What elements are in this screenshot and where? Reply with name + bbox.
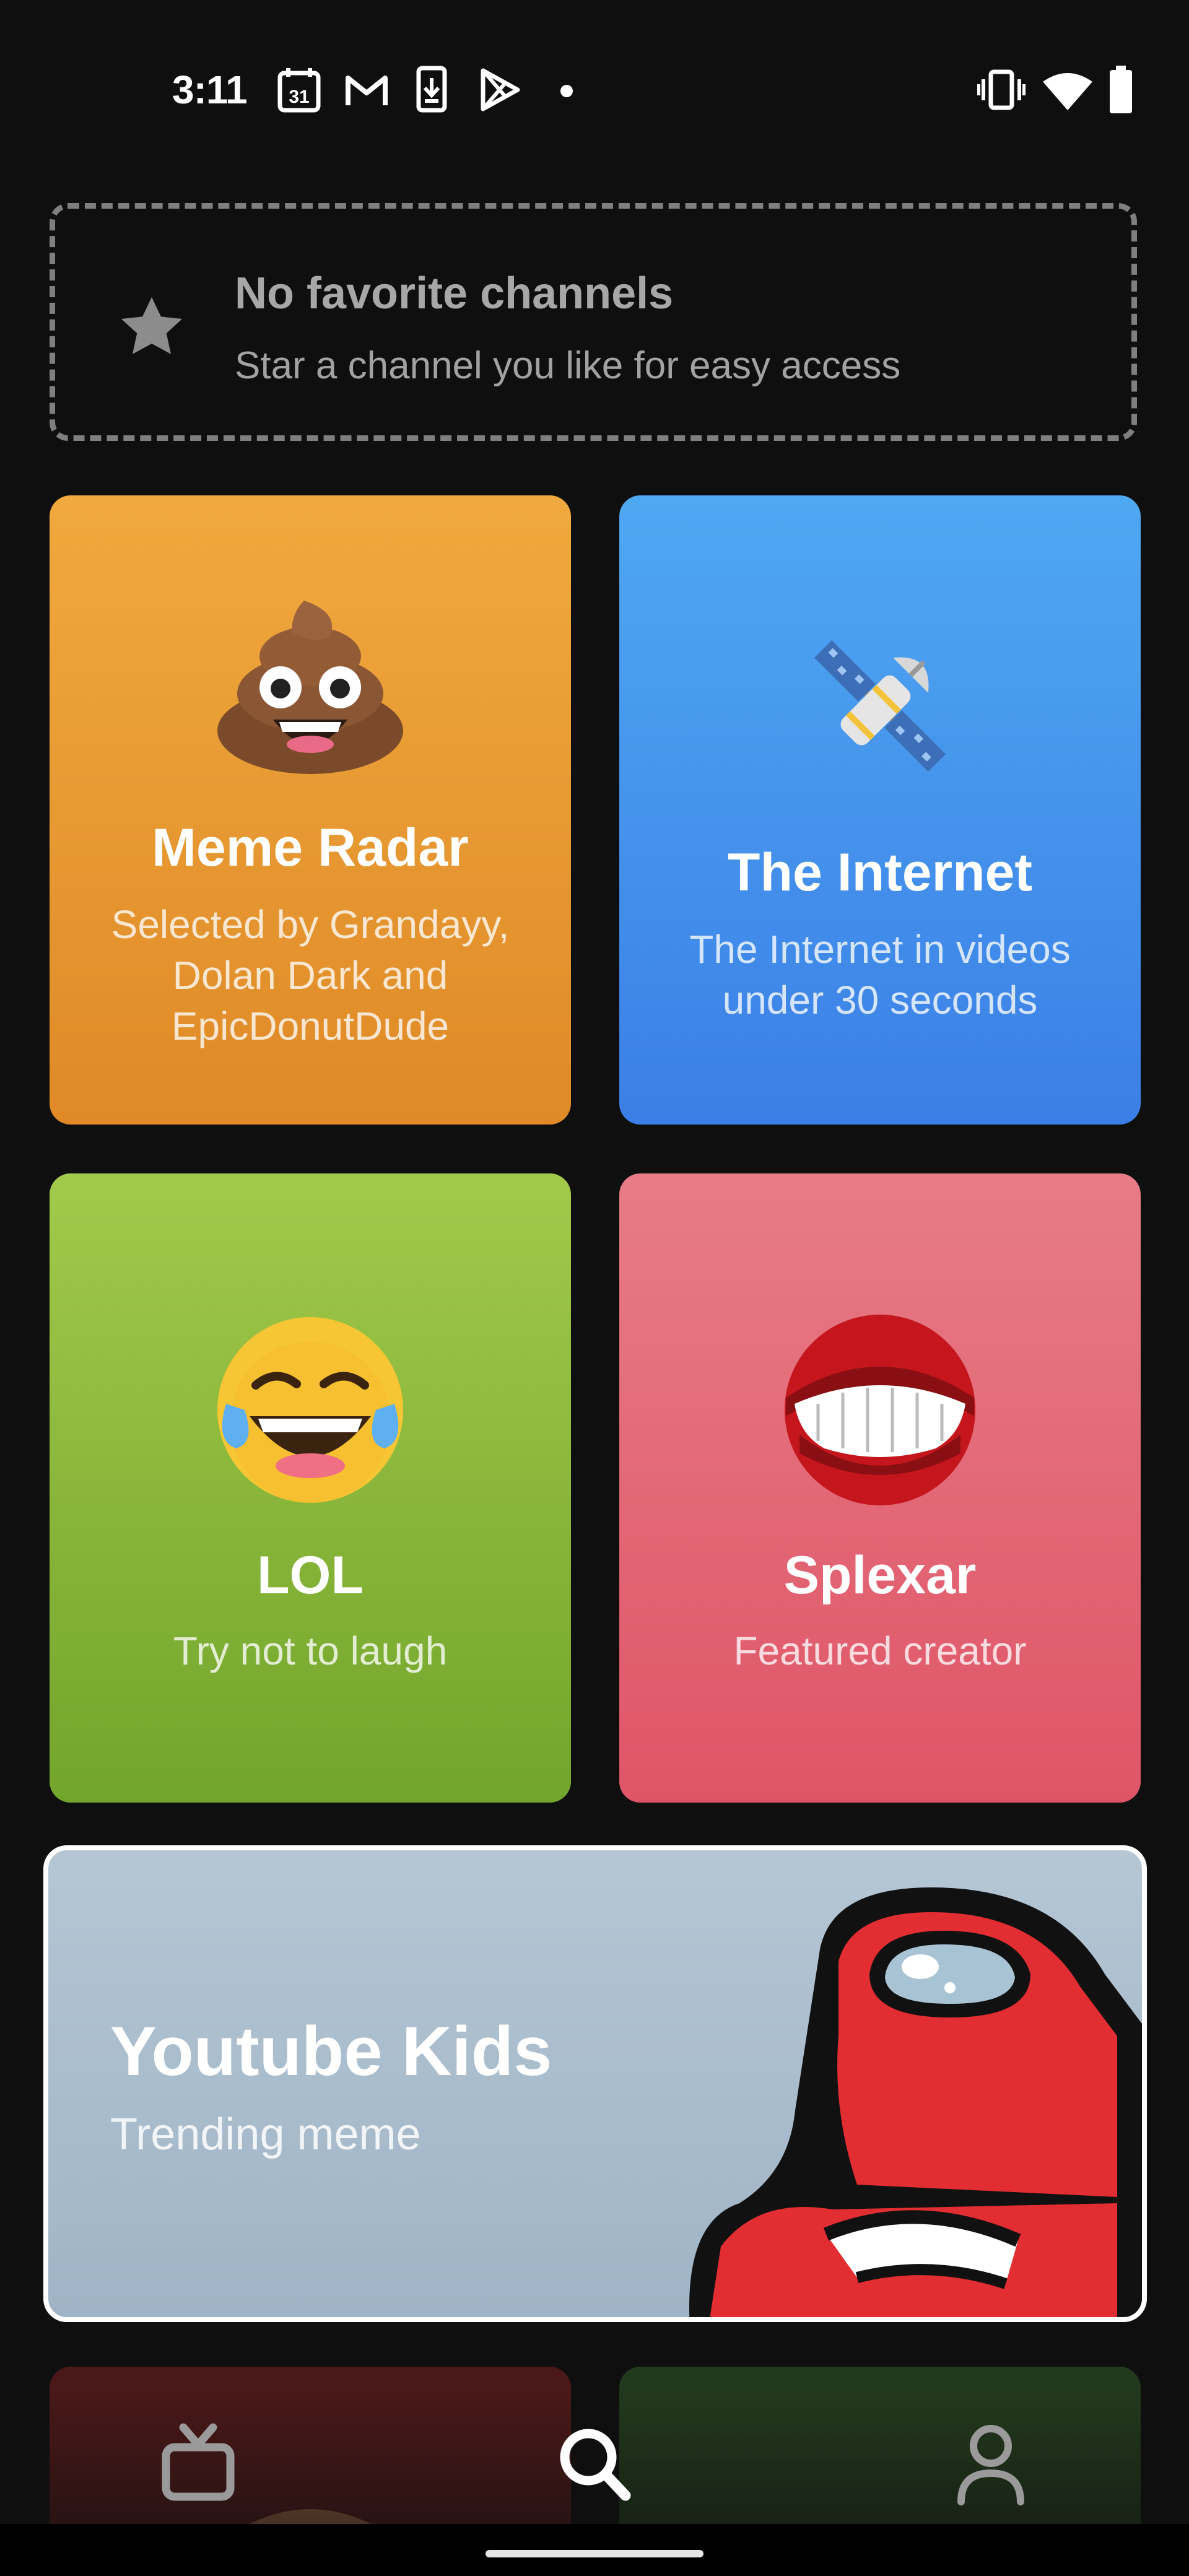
bottom-navigation [0,2390,1189,2524]
channel-card-meme-radar[interactable]: Meme Radar Selected by Grandayy, Dolan D… [50,495,571,1125]
nav-search-button[interactable] [539,2409,650,2520]
vibrate-icon [977,69,1026,110]
status-bar: 3:11 31 [0,0,1189,180]
among-us-crewmate-art [689,1887,1142,2317]
favorites-title: No favorite channels [235,269,674,318]
dot-icon [560,85,573,97]
channel-subtitle: Selected by Grandayy, Dolan Dark and Epi… [111,902,510,1048]
channel-title: The Internet [727,843,1033,902]
channel-title: LOL [257,1546,364,1605]
gesture-handle[interactable] [486,2550,703,2557]
channel-card-lol[interactable]: LOL Try not to laugh [50,1173,571,1803]
channel-subtitle: Featured creator [733,1629,1027,1673]
wifi-icon [1043,73,1092,110]
download-icon [416,66,447,113]
calendar-31-icon: 31 [277,68,321,113]
channel-subtitle: Try not to laugh [173,1629,448,1673]
featured-banner-youtube-kids[interactable]: Youtube Kids Trending meme [43,1845,1147,2322]
favorites-empty-box: No favorite channels Star a channel you … [50,203,1137,441]
star-icon [121,297,183,354]
banner-title: Youtube Kids [110,2012,552,2090]
satellite-emoji-icon [814,640,946,772]
channel-subtitle: The Internet in videos under 30 seconds [689,927,1071,1022]
play-store-icon [481,68,520,111]
nav-tv-button[interactable] [142,2409,254,2520]
channel-card-splexar[interactable]: Splexar Featured creator [619,1173,1141,1803]
channel-card-the-internet[interactable]: The Internet The Internet in videos unde… [619,495,1141,1125]
favorites-subtitle: Star a channel you like for easy access [235,344,901,387]
app-screen: 3:11 31 No favorite channels Star a chan… [0,0,1189,2576]
search-icon [560,2429,631,2501]
tv-icon [162,2423,235,2501]
poop-emoji-icon [217,601,403,774]
tears-of-joy-emoji-icon [217,1317,403,1503]
nav-profile-button[interactable] [935,2409,1047,2520]
profile-icon [957,2425,1024,2505]
status-time: 3:11 [172,67,248,112]
calendar-day-text: 31 [289,87,309,107]
mouth-avatar-icon [785,1315,975,1505]
system-gesture-area [0,2524,1189,2576]
banner-subtitle: Trending meme [110,2110,421,2159]
channel-title: Meme Radar [152,818,469,877]
channel-title: Splexar [783,1546,977,1605]
battery-icon [1110,66,1132,113]
gmail-icon [346,76,388,105]
